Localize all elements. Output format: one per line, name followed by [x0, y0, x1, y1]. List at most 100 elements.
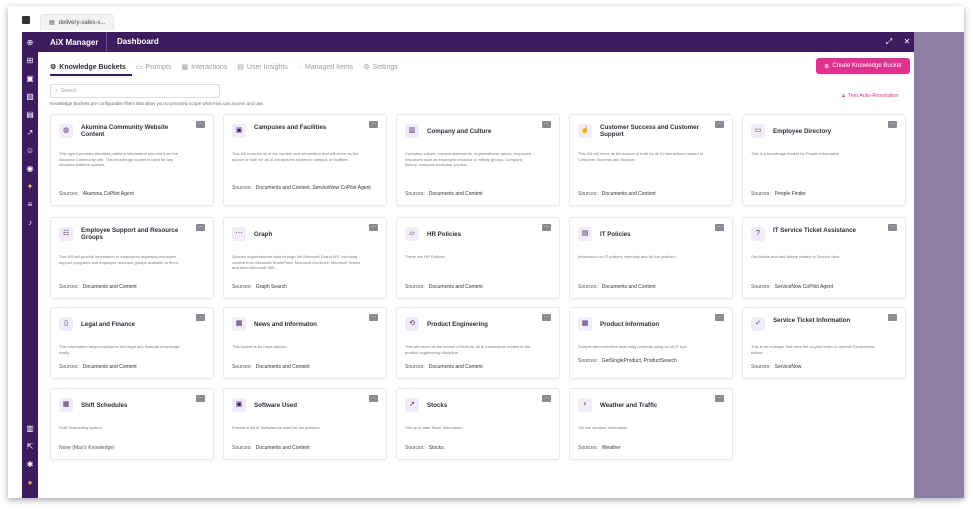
bug-icon[interactable]: ✱	[25, 460, 35, 470]
knowledge-bucket-card[interactable]: ⋯ Graph ··· Queries organizational data thr…	[223, 217, 387, 299]
card-menu-icon[interactable]: ···	[542, 314, 551, 321]
card-sources: Sources: Documents and Content	[405, 284, 483, 290]
card-description: This will serve as the source of truth f…	[405, 344, 531, 355]
tab-prompts[interactable]: ▭ Prompts	[136, 60, 172, 74]
browser-tab[interactable]: ▤ delivery-sales-s...	[40, 14, 115, 30]
knowledge-bucket-card[interactable]: ↗ Stocks ··· Get up to date Stock Informati…	[396, 388, 560, 460]
tab-label: Prompts	[145, 63, 172, 71]
knowledge-bucket-card[interactable]: ▱ HR Policies ··· These are HR Policies Sour…	[396, 217, 560, 299]
sources-label: Sources:	[751, 364, 771, 370]
card-menu-icon[interactable]: ···	[369, 395, 378, 402]
helper-text: Knowledge Buckets are configurable filte…	[50, 101, 264, 106]
card-title: News and Informaton	[254, 321, 317, 328]
knowledge-bucket-card[interactable]: ▯ Legal and Finance ··· This information he…	[50, 307, 214, 379]
bot-icon[interactable]: ☺	[25, 146, 35, 156]
broadcast-icon[interactable]: ◉	[25, 164, 35, 174]
list-icon[interactable]: ▤	[25, 110, 35, 120]
avatar[interactable]: ●	[25, 478, 35, 488]
expand-icon[interactable]: ⤢	[884, 37, 894, 47]
knowledge-bucket-card[interactable]: ▤ IT Policies ··· Information on IT policie…	[569, 217, 733, 299]
sources-label: Sources:	[751, 284, 771, 290]
plus-icon: ⊕	[824, 63, 830, 70]
knowledge-bucket-card[interactable]: ▥ Company and Culture ··· Company culture, …	[396, 114, 560, 206]
card-menu-icon[interactable]: ···	[715, 395, 724, 402]
menu-icon[interactable]: ≡	[25, 200, 35, 210]
card-menu-icon[interactable]: ···	[196, 121, 205, 128]
tab-settings[interactable]: ⚙ Settings	[363, 60, 398, 74]
card-sources: Sources: ServiceNow CoPilot Agent	[751, 284, 833, 290]
card-menu-icon[interactable]: ···	[715, 314, 724, 321]
knowledge-bucket-card[interactable]: ⟲ Product Engineering ··· This will serve a…	[396, 307, 560, 379]
knowledge-bucket-card[interactable]: ▭ Employee Directory ··· This is a knowledg…	[742, 114, 906, 206]
sources-label: Sources:	[232, 185, 252, 191]
search-icon: ⌕	[55, 88, 58, 94]
sources-value: None (Max's Knowledge)	[59, 445, 115, 451]
card-menu-icon[interactable]: ···	[715, 121, 724, 128]
card-menu-icon[interactable]: ···	[888, 314, 897, 321]
sources-value: Documents and Content	[601, 284, 656, 290]
card-description: Shift Scheduling system	[59, 425, 102, 430]
card-title: Company and Culture	[427, 128, 492, 135]
sources-label: Sources:	[578, 445, 598, 451]
external-link-icon[interactable]: ⇱	[25, 442, 35, 452]
card-menu-icon[interactable]: ···	[369, 224, 378, 231]
card-menu-icon[interactable]: ···	[369, 121, 378, 128]
test-auto-resolution-link[interactable]: 🔒︎ Test Auto-Resolution	[842, 93, 898, 100]
card-description: Get up to date Stock Information	[405, 425, 463, 430]
knowledge-bucket-card[interactable]: ▦ Shift Schedules ··· Shift Scheduling syst…	[50, 388, 214, 460]
knowledge-bucket-card[interactable]: ♀ Weather and Traffic ··· Get the weather i…	[569, 388, 733, 460]
tab-managed-items[interactable]: ◌ Managed Items	[298, 60, 353, 74]
add-icon[interactable]: ⊕	[25, 38, 35, 48]
card-menu-icon[interactable]: ···	[369, 314, 378, 321]
sources-label: Sources:	[405, 284, 425, 290]
knowledge-bucket-card[interactable]: ▦ News and Informaton ··· This bucket is fo…	[223, 307, 387, 379]
card-menu-icon[interactable]: ···	[196, 224, 205, 231]
create-knowledge-bucket-button[interactable]: ⊕ Create Knowledge Bucket	[816, 58, 910, 74]
card-menu-icon[interactable]: ···	[542, 121, 551, 128]
image-icon[interactable]: ▨	[25, 92, 35, 102]
card-description: This is an example that uses the co-pilo…	[751, 344, 875, 355]
tab-interactions[interactable]: ▦ Interactions	[181, 60, 227, 74]
card-title: Campuses and Facilities	[254, 124, 327, 131]
tab-label: Knowledge Buckets	[59, 63, 126, 71]
sources-value: Akumina CoPilot Agent	[82, 191, 134, 197]
tab-knowledge-buckets[interactable]: ⚙ Knowledge Buckets	[50, 60, 126, 74]
clipboard-icon[interactable]: ▣	[25, 74, 35, 84]
search-input[interactable]: ⌕ Search	[50, 84, 220, 98]
sources-label: Sources:	[405, 445, 425, 451]
trend-icon: ↗	[405, 398, 419, 412]
knowledge-bucket-card[interactable]: ▣ Campuses and Facilities ··· This KB inclu…	[223, 114, 387, 206]
chart-icon[interactable]: ↗	[25, 128, 35, 138]
knowledge-bucket-card[interactable]: ▦ Product Information ··· Sample demonstrat…	[569, 307, 733, 379]
close-icon[interactable]: ✕	[902, 37, 912, 47]
card-menu-icon[interactable]: ···	[888, 224, 897, 231]
knowledge-bucket-card[interactable]: ✓ Service Ticket Information ··· This is an…	[742, 307, 906, 379]
sources-label: Sources:	[232, 284, 252, 290]
globe-icon: ◍	[59, 124, 73, 138]
card-title: Software Used	[254, 402, 297, 409]
sources-label: Sources:	[751, 191, 771, 197]
card-menu-icon[interactable]: ···	[196, 395, 205, 402]
sources-label: Sources:	[578, 358, 598, 364]
knowledge-bucket-card[interactable]: ◍ Akumina Community Website Content ··· Thi…	[50, 114, 214, 206]
sources-label: Sources:	[405, 191, 425, 197]
tab-user-insights[interactable]: ▤ User Insights	[237, 60, 287, 74]
knowledge-bucket-card[interactable]: ▣ Software Used ··· Provide a list of Softw…	[223, 388, 387, 460]
card-description: This bucket is for news articles	[232, 344, 287, 349]
news-icon: ▦	[232, 317, 246, 331]
knowledge-bucket-card[interactable]: ☝ Customer Success and Customer Support ··…	[569, 114, 733, 206]
card-menu-icon[interactable]: ···	[196, 314, 205, 321]
sitemap-icon[interactable]: ⊞	[25, 56, 35, 66]
card-menu-icon[interactable]: ···	[542, 224, 551, 231]
knowledge-bucket-card[interactable]: ☷ Employee Support and Resource Groups ···…	[50, 217, 214, 299]
card-description: Sample demonstrative searching products …	[578, 344, 687, 349]
lightbulb-icon[interactable]: ✦	[25, 182, 35, 192]
card-menu-icon[interactable]: ···	[715, 224, 724, 231]
card-menu-icon[interactable]: ···	[542, 395, 551, 402]
bell-icon[interactable]: ♪	[25, 218, 35, 228]
sources-value: Graph Search	[255, 284, 287, 290]
card-title: IT Policies	[600, 231, 631, 238]
book-icon[interactable]: ▥	[25, 424, 35, 434]
card-menu-icon[interactable]: ···	[888, 121, 897, 128]
knowledge-bucket-card[interactable]: ? IT Service Ticket Assistance ··· Get tick…	[742, 217, 906, 299]
